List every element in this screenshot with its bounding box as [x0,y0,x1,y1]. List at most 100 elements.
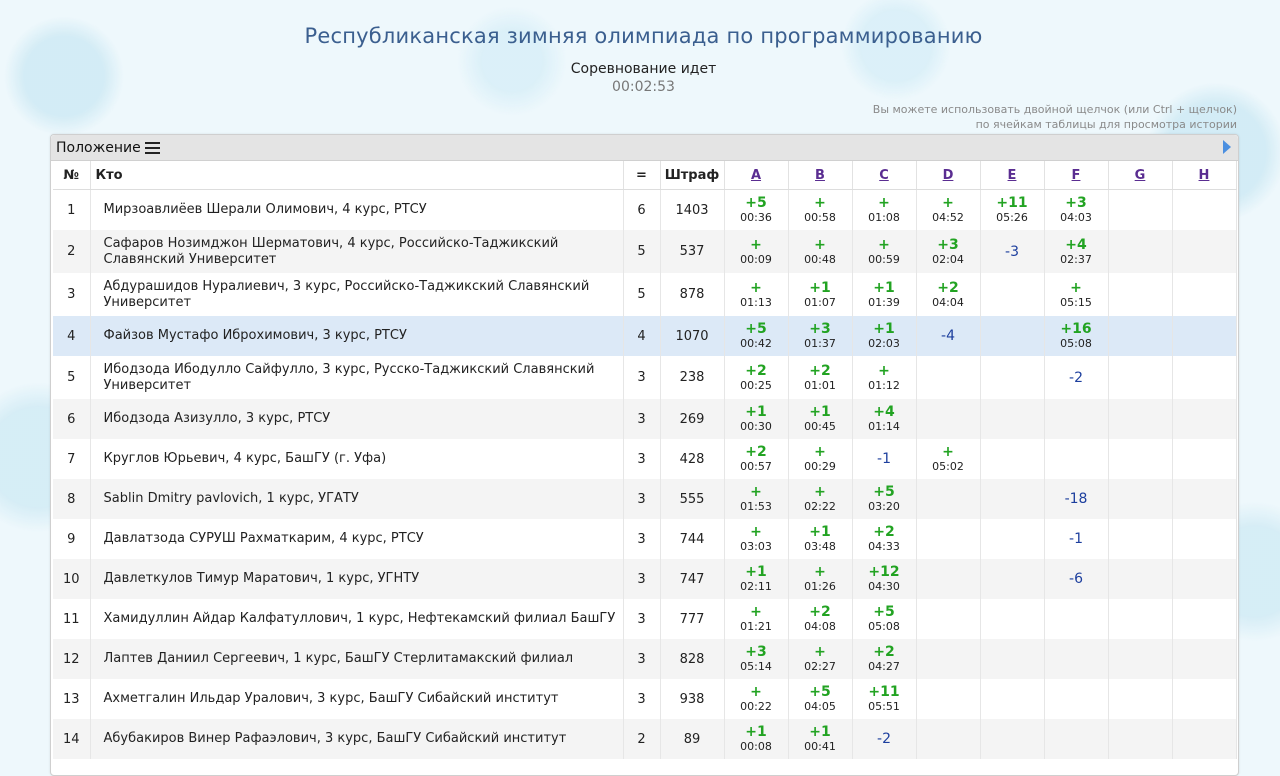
problem-cell[interactable] [980,519,1045,559]
problem-cell[interactable]: -4 [916,316,981,356]
problem-link-g[interactable]: G [1135,168,1146,183]
problem-cell[interactable]: +1 00:45 [788,399,853,439]
problem-cell[interactable] [916,479,981,519]
problem-cell[interactable]: +00:48 [788,230,853,273]
problem-cell[interactable] [980,639,1045,679]
problem-cell[interactable] [1108,399,1173,439]
problem-cell[interactable] [1172,189,1237,230]
problem-cell[interactable]: +01:21 [724,599,789,639]
problem-cell[interactable] [980,356,1045,399]
problem-cell[interactable]: -18 [1044,479,1109,519]
problem-cell[interactable]: +3 01:37 [788,316,853,356]
problem-cell[interactable]: -2 [852,719,917,759]
problem-cell[interactable]: +1 01:39 [852,273,917,316]
problem-cell[interactable] [980,679,1045,719]
col-problem-b[interactable]: B [788,161,853,190]
problem-cell[interactable] [1172,356,1237,399]
col-problem-e[interactable]: E [980,161,1045,190]
problem-cell[interactable] [1172,599,1237,639]
problem-cell[interactable] [980,439,1045,479]
problem-cell[interactable]: +1 00:08 [724,719,789,759]
problem-link-b[interactable]: B [815,168,825,183]
problem-cell[interactable] [1108,189,1173,230]
problem-cell[interactable]: +4 01:14 [852,399,917,439]
problem-cell[interactable] [1044,599,1109,639]
problem-link-d[interactable]: D [943,168,954,183]
problem-cell[interactable]: +5 00:42 [724,316,789,356]
problem-cell[interactable] [1044,639,1109,679]
problem-cell[interactable]: +3 02:04 [916,230,981,273]
problem-cell[interactable]: -2 [1044,356,1109,399]
problem-cell[interactable] [1108,356,1173,399]
problem-cell[interactable] [916,399,981,439]
problem-cell[interactable]: +01:12 [852,356,917,399]
problem-cell[interactable]: -6 [1044,559,1109,599]
expand-arrow-icon[interactable] [1223,140,1231,154]
problem-cell[interactable] [980,719,1045,759]
problem-cell[interactable]: +2 01:01 [788,356,853,399]
problem-cell[interactable]: +1 01:07 [788,273,853,316]
list-icon[interactable] [144,141,160,154]
problem-cell[interactable]: +00:09 [724,230,789,273]
problem-cell[interactable] [1172,719,1237,759]
problem-cell[interactable] [980,599,1045,639]
problem-cell[interactable]: +1 00:30 [724,399,789,439]
problem-cell[interactable] [1108,479,1173,519]
problem-cell[interactable] [1108,230,1173,273]
col-problem-d[interactable]: D [916,161,981,190]
problem-cell[interactable]: +1 00:41 [788,719,853,759]
problem-cell[interactable]: +01:08 [852,189,917,230]
problem-cell[interactable]: +02:27 [788,639,853,679]
problem-cell[interactable]: +1 02:03 [852,316,917,356]
problem-cell[interactable]: +16 05:08 [1044,316,1109,356]
problem-cell[interactable] [1172,479,1237,519]
problem-cell[interactable] [1044,439,1109,479]
problem-cell[interactable]: +2 00:57 [724,439,789,479]
col-problem-f[interactable]: F [1044,161,1109,190]
problem-cell[interactable] [1108,273,1173,316]
problem-cell[interactable] [1108,679,1173,719]
problem-cell[interactable] [1108,559,1173,599]
problem-cell[interactable]: -1 [1044,519,1109,559]
problem-cell[interactable] [1108,599,1173,639]
problem-cell[interactable] [980,316,1045,356]
problem-cell[interactable] [916,719,981,759]
problem-cell[interactable] [916,356,981,399]
problem-cell[interactable]: +11 05:51 [852,679,917,719]
problem-cell[interactable] [1108,519,1173,559]
problem-cell[interactable] [1172,639,1237,679]
problem-cell[interactable]: +03:03 [724,519,789,559]
problem-cell[interactable] [980,273,1045,316]
problem-cell[interactable]: +1 02:11 [724,559,789,599]
problem-cell[interactable]: +01:26 [788,559,853,599]
col-problem-g[interactable]: G [1108,161,1173,190]
problem-cell[interactable]: +3 04:03 [1044,189,1109,230]
problem-cell[interactable] [916,519,981,559]
problem-link-h[interactable]: H [1199,168,1210,183]
problem-cell[interactable]: +1 03:48 [788,519,853,559]
problem-cell[interactable] [1172,230,1237,273]
problem-cell[interactable] [916,599,981,639]
problem-cell[interactable]: +2 04:27 [852,639,917,679]
problem-link-f[interactable]: F [1072,168,1081,183]
problem-cell[interactable]: +04:52 [916,189,981,230]
problem-cell[interactable]: +11 05:26 [980,189,1045,230]
problem-cell[interactable] [916,639,981,679]
problem-cell[interactable] [1044,719,1109,759]
problem-cell[interactable]: -3 [980,230,1045,273]
problem-cell[interactable]: +00:59 [852,230,917,273]
problem-link-c[interactable]: C [879,168,889,183]
col-problem-h[interactable]: H [1172,161,1237,190]
problem-cell[interactable] [1172,679,1237,719]
problem-cell[interactable]: +00:22 [724,679,789,719]
problem-cell[interactable]: +2 04:04 [916,273,981,316]
problem-cell[interactable]: +00:29 [788,439,853,479]
problem-cell[interactable]: +2 04:08 [788,599,853,639]
problem-cell[interactable]: +01:53 [724,479,789,519]
problem-cell[interactable] [1108,639,1173,679]
problem-cell[interactable]: -1 [852,439,917,479]
problem-cell[interactable]: +01:13 [724,273,789,316]
problem-cell[interactable]: +05:02 [916,439,981,479]
problem-cell[interactable] [1044,399,1109,439]
problem-cell[interactable]: +5 00:36 [724,189,789,230]
